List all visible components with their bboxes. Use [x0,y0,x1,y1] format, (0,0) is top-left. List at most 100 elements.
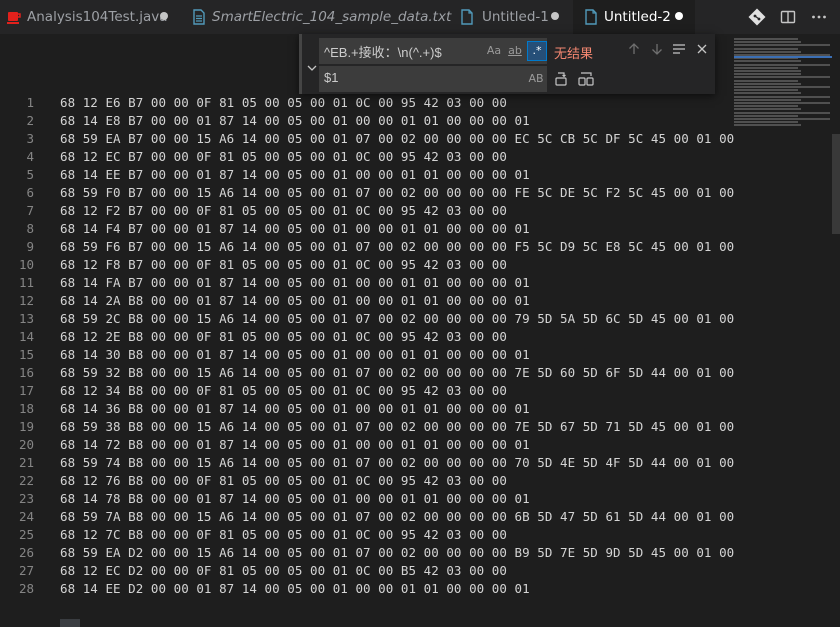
line-number: 25 [18,527,34,542]
code-line[interactable]: 68 14 2A B8 00 00 01 87 14 00 05 00 01 0… [60,292,530,310]
code-line[interactable]: 68 12 F8 B7 00 00 0F 81 05 00 05 00 01 0… [60,256,507,274]
find-input-box[interactable]: ^EB.+接收：\n(^.+)$ Aa ab .* [319,38,547,64]
find-replace-widget: ^EB.+接收：\n(^.+)$ Aa ab .* 无结果 $1 AB [299,34,715,94]
minimap-line [734,92,801,95]
minimap-line [734,108,801,111]
code-line[interactable]: 68 59 38 B8 00 00 15 A6 14 00 05 00 01 0… [60,418,734,436]
more-actions-icon[interactable] [810,8,828,26]
line-number: 14 [18,329,34,344]
code-line[interactable]: 68 59 7A B8 00 00 15 A6 14 00 05 00 01 0… [60,508,734,526]
toggle-replace-button[interactable] [299,34,318,94]
minimap-line [734,98,801,101]
file-icon [459,9,475,25]
replace-one-icon[interactable] [553,71,569,87]
code-line[interactable]: 68 14 E8 B7 00 00 01 87 14 00 05 00 01 0… [60,112,530,130]
minimap-line [734,95,830,98]
unsaved-dot-icon [160,12,168,20]
minimap-highlight [734,56,832,58]
line-number: 9 [26,239,34,254]
split-editor-icon[interactable] [779,8,797,26]
whole-word-toggle[interactable]: ab [506,42,524,60]
tab-label: Untitled-2 [604,9,671,25]
code-line[interactable]: 68 12 EC D2 00 00 0F 81 05 00 05 00 01 0… [60,562,507,580]
line-number: 1 [26,95,34,110]
close-icon[interactable] [694,41,710,57]
previous-match-icon[interactable] [626,41,642,57]
code-line[interactable]: 68 59 2C B8 00 00 15 A6 14 00 05 00 01 0… [60,310,734,328]
tab-smartelectric-sample[interactable]: SmartElectric_104_sample_data.txt [181,0,451,34]
regex-toggle[interactable]: .* [527,41,547,61]
code-line[interactable]: 68 12 E6 B7 00 00 0F 81 05 00 05 00 01 0… [60,94,507,112]
line-number: 19 [18,419,34,434]
line-number: 7 [26,203,34,218]
code-line[interactable]: 68 59 EA B7 00 00 15 A6 14 00 05 00 01 0… [60,130,734,148]
tab-untitled-2[interactable]: Untitled-2 [573,0,695,34]
file-icon [191,9,207,25]
tab-label: Analysis104Test.java [27,9,168,25]
line-number: 24 [18,509,34,524]
minimap-line [734,86,830,88]
minimap-line [734,44,830,47]
minimap-line [734,79,798,82]
line-number: 3 [26,131,34,146]
minimap-line [734,70,801,72]
editor[interactable]: 1 2 3 4 5 6 7 8 9 10 11 12 13 14 15 16 17 18 19 20 21 22 23 24 2… [0,34,840,627]
git-compare-icon[interactable] [748,8,766,26]
minimap-line [734,105,798,108]
line-number: 4 [26,149,34,164]
file-icon [583,9,599,25]
replace-input[interactable]: $1 [324,70,338,85]
code-line[interactable]: 68 59 EA D2 00 00 15 A6 14 00 05 00 01 0… [60,544,734,562]
code-line[interactable]: 68 59 F6 B7 00 00 15 A6 14 00 05 00 01 0… [60,238,734,256]
code-line[interactable]: 68 12 2E B8 00 00 0F 81 05 00 05 00 01 0… [60,328,507,346]
replace-input-box[interactable]: $1 AB [319,66,547,92]
code-line[interactable]: 68 12 F2 B7 00 00 0F 81 05 00 05 00 01 0… [60,202,507,220]
code-line[interactable]: 68 14 EE B7 00 00 01 87 14 00 05 00 01 0… [60,166,530,184]
tab-label: SmartElectric_104_sample_data.txt [212,9,452,25]
minimap-line [734,47,798,50]
unsaved-dot-icon [551,12,559,20]
code-line[interactable]: 68 12 34 B8 00 00 0F 81 05 00 05 00 01 0… [60,382,507,400]
code-line[interactable]: 68 59 74 B8 00 00 15 A6 14 00 05 00 01 0… [60,454,734,472]
line-number: 15 [18,347,34,362]
preserve-case-toggle[interactable]: AB [527,70,545,88]
replace-all-icon[interactable] [577,71,594,87]
line-number: 13 [18,311,34,326]
code-line[interactable]: 68 59 32 B8 00 00 15 A6 14 00 05 00 01 0… [60,364,734,382]
code-line[interactable]: 68 14 EE D2 00 00 01 87 14 00 05 00 01 0… [60,580,530,598]
code-line[interactable]: 68 14 36 B8 00 00 01 87 14 00 05 00 01 0… [60,400,530,418]
line-number: 12 [18,293,34,308]
next-match-icon[interactable] [649,41,665,57]
code-line[interactable]: 68 14 30 B8 00 00 01 87 14 00 05 00 01 0… [60,346,530,364]
line-number: 22 [18,473,34,488]
code-line[interactable]: 68 12 EC B7 00 00 0F 81 05 00 05 00 01 0… [60,148,507,166]
minimap-line [734,38,798,40]
code-line[interactable]: 68 12 76 B8 00 00 0F 81 05 00 05 00 01 0… [60,472,507,490]
line-number: 8 [26,221,34,236]
minimap-line [734,41,801,44]
find-in-selection-icon[interactable] [671,41,687,57]
tab-analysis104test[interactable]: Analysis104Test.java [0,0,178,34]
minimap-line [734,114,798,117]
code-line[interactable]: 68 12 7C B8 00 00 0F 81 05 00 05 00 01 0… [60,526,507,544]
line-number: 11 [18,275,34,290]
tab-label: Untitled-1 [482,9,549,25]
minimap-line [734,102,830,104]
line-number: 6 [26,185,34,200]
line-number: 2 [26,113,34,128]
code-line[interactable]: 68 59 F0 B7 00 00 15 A6 14 00 05 00 01 0… [60,184,734,202]
minimap-line [734,118,830,120]
minimap-line [734,63,830,66]
find-input[interactable]: ^EB.+接收：\n(^.+)$ [324,42,442,61]
match-case-toggle[interactable]: Aa [485,42,503,60]
tab-untitled-1[interactable]: Untitled-1 [449,0,571,34]
code-line[interactable]: 68 14 78 B8 00 00 01 87 14 00 05 00 01 0… [60,490,530,508]
line-number: 17 [18,383,34,398]
code-line[interactable]: 68 14 72 B8 00 00 01 87 14 00 05 00 01 0… [60,436,530,454]
code-line[interactable]: 68 14 F4 B7 00 00 01 87 14 00 05 00 01 0… [60,220,530,238]
minimap-line [734,121,798,124]
scrollbar-thumb[interactable] [832,134,840,234]
vertical-scrollbar[interactable] [832,34,840,609]
minimap[interactable] [734,34,832,129]
code-line[interactable]: 68 14 FA B7 00 00 01 87 14 00 05 00 01 0… [60,274,530,292]
